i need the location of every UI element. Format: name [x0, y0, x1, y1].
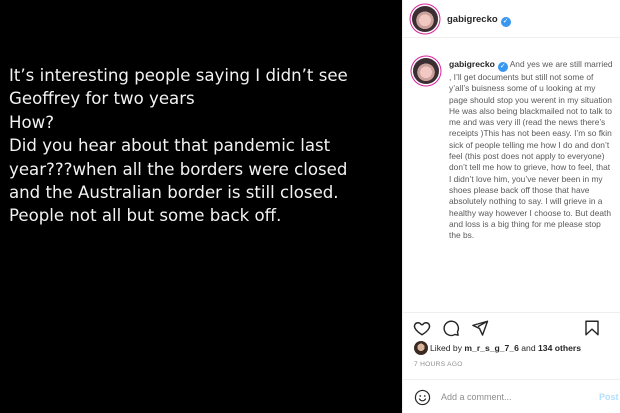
emoji-icon[interactable]: [414, 389, 431, 406]
likes-others-link[interactable]: 134 others: [538, 343, 581, 353]
post-header: gabigrecko ✓: [403, 0, 620, 38]
post-timestamp[interactable]: 7 HOURS AGO: [414, 361, 463, 368]
post-side-panel: gabigrecko ✓ gabigrecko ✓ And yes we are s…: [402, 0, 620, 413]
avatar[interactable]: [412, 6, 438, 32]
caption-username[interactable]: gabigrecko: [449, 59, 495, 69]
header-username-row: gabigrecko ✓: [447, 14, 511, 27]
header-username[interactable]: gabigrecko: [447, 14, 498, 25]
caption-verified-badge-icon: ✓: [497, 62, 508, 72]
caption: gabigrecko ✓ And yes we are still married…: [449, 59, 614, 241]
comment-input[interactable]: [441, 388, 591, 406]
comment-icon[interactable]: [442, 319, 460, 337]
liker-username[interactable]: m_r_s_g_7_6: [464, 343, 518, 353]
likes-summary: Liked by m_r_s_g_7_6 and 134 others: [414, 341, 581, 357]
save-icon[interactable]: [583, 319, 601, 337]
verified-badge-icon: ✓: [500, 17, 511, 27]
likes-middle: and: [518, 343, 539, 353]
share-icon[interactable]: [471, 319, 489, 337]
comment-bar: Post: [403, 379, 620, 413]
caption-text: And yes we are still married , I’ll get …: [449, 59, 613, 241]
caption-avatar[interactable]: [413, 58, 439, 84]
post-image: It’s interesting people saying I didn’t …: [0, 0, 402, 413]
action-bar: [403, 312, 620, 340]
post-image-text: It’s interesting people saying I didn’t …: [9, 66, 348, 226]
likes-prefix: Liked by: [430, 343, 465, 353]
heart-icon[interactable]: [413, 319, 431, 337]
liker-avatar[interactable]: [414, 341, 428, 355]
post-comment-button[interactable]: Post: [599, 392, 619, 402]
caption-section: gabigrecko ✓ And yes we are still married…: [403, 48, 620, 313]
